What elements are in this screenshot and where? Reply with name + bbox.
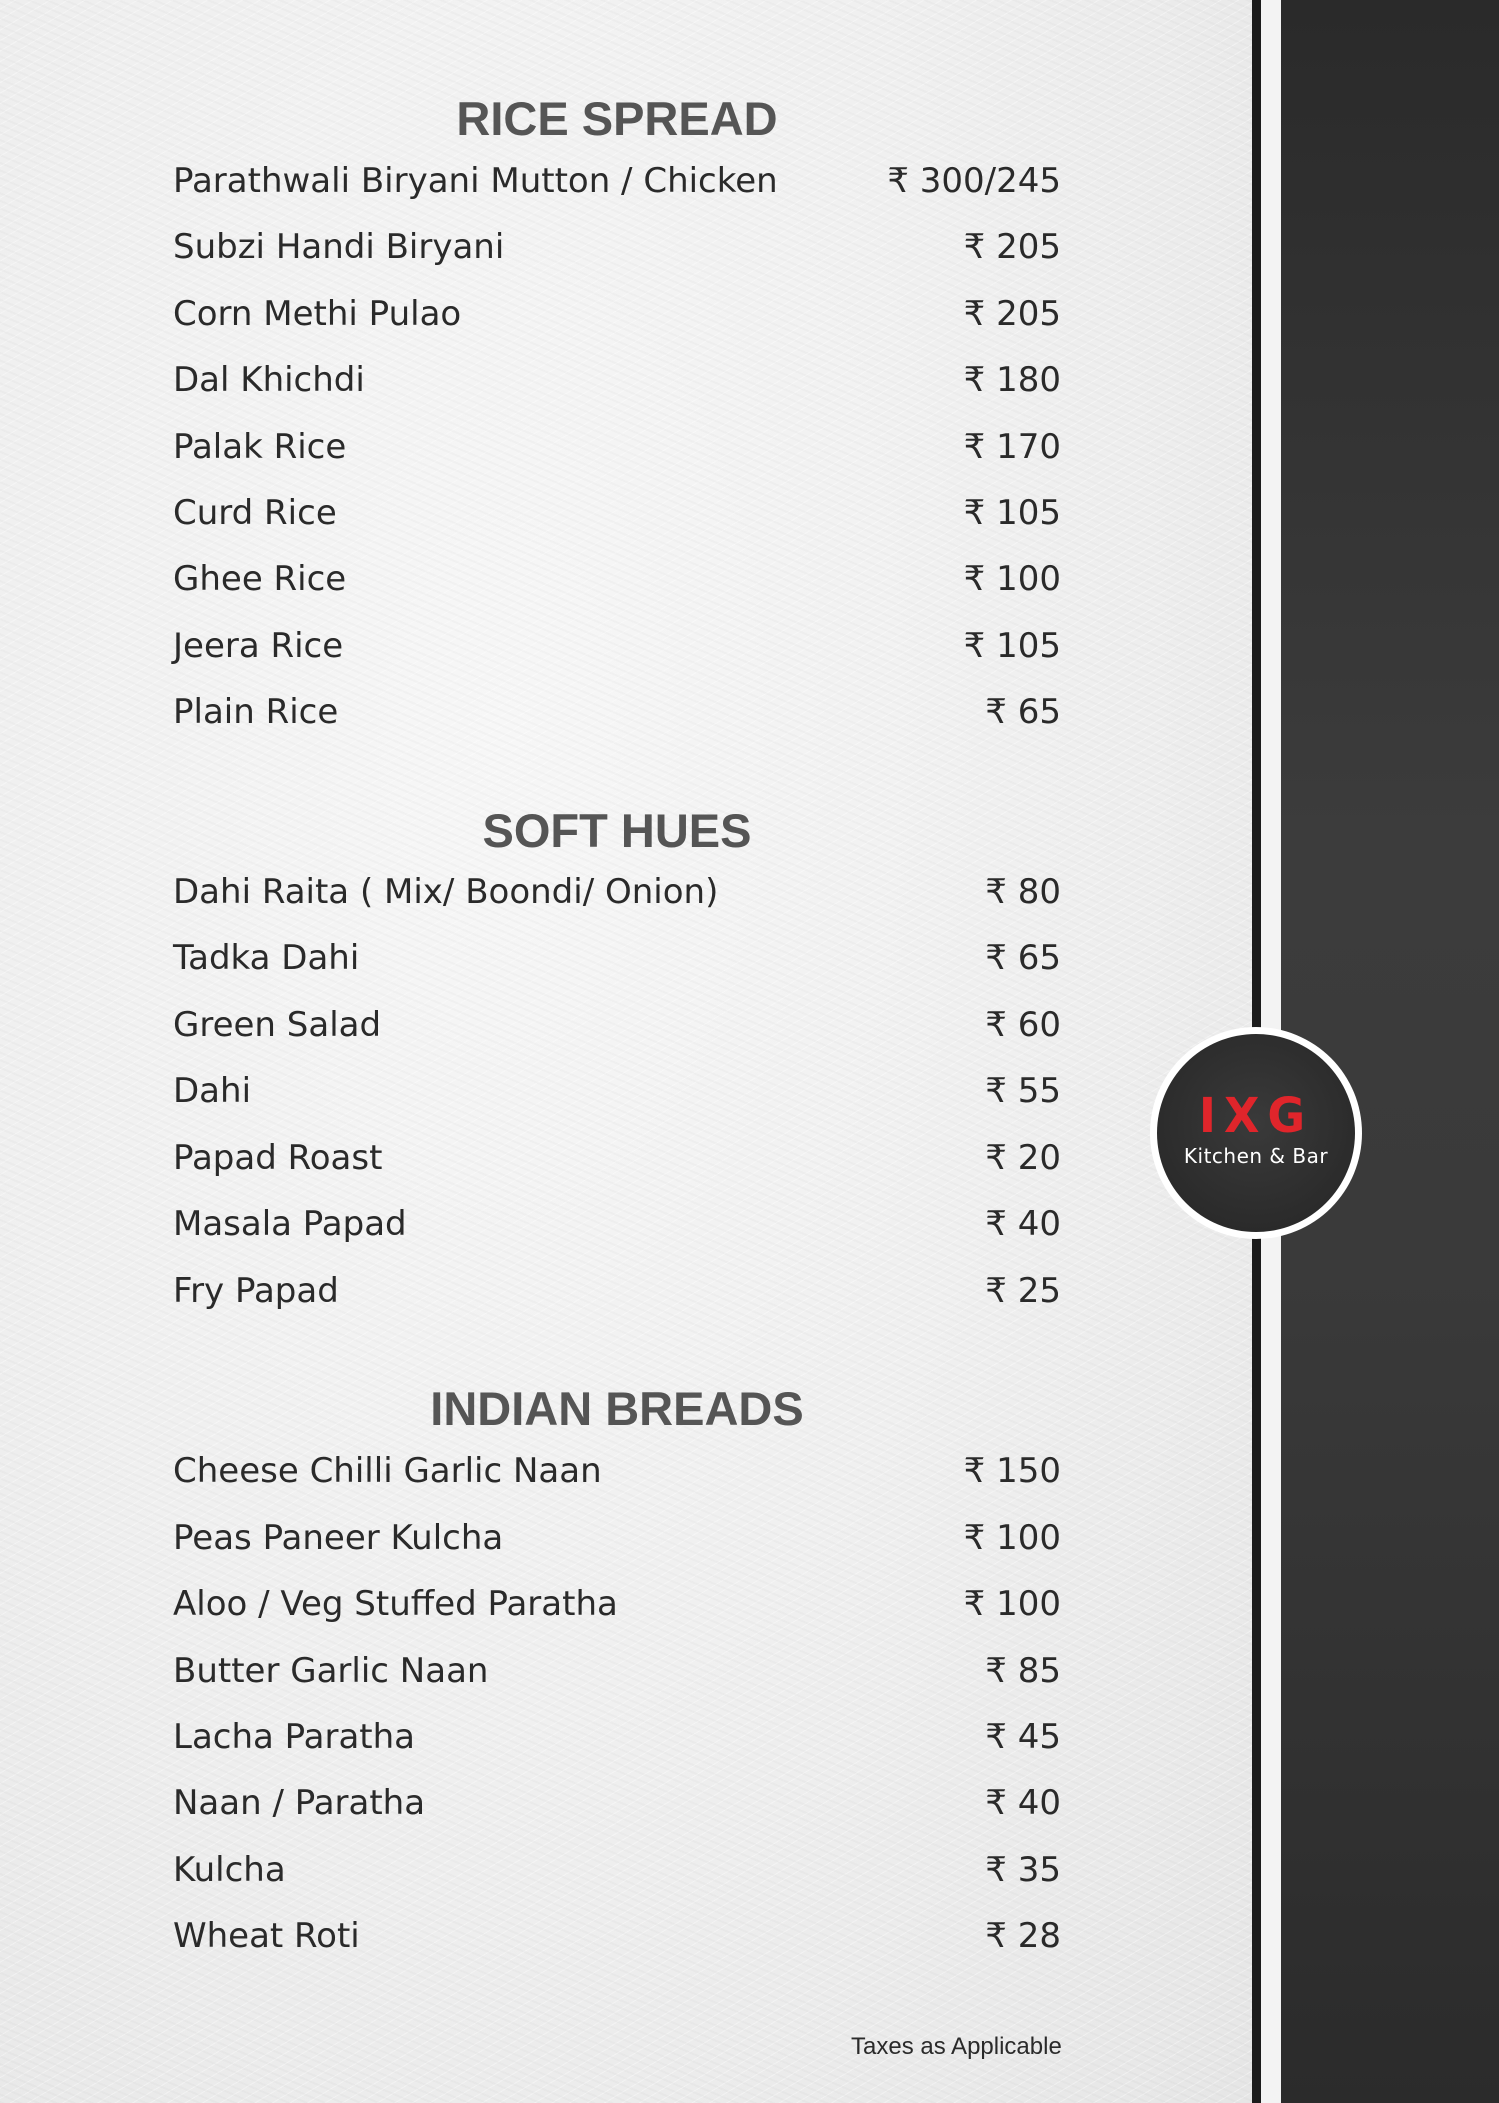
item-price: ₹ 170 [963,427,1061,467]
item-price: ₹ 180 [963,360,1061,400]
menu-item: Tadka Dahi ₹ 65 [173,933,1061,983]
menu-item: Wheat Roti ₹ 28 [173,1911,1061,1961]
item-price: ₹ 300/245 [887,161,1061,201]
item-name: Dal Khichdi [173,360,365,400]
item-name: Aloo / Veg Stuffed Paratha [173,1584,618,1624]
item-price: ₹ 25 [985,1271,1061,1311]
item-price: ₹ 20 [985,1138,1061,1178]
item-price: ₹ 40 [985,1783,1061,1823]
item-price: ₹ 60 [985,1005,1061,1045]
item-price: ₹ 65 [985,938,1061,978]
item-name: Tadka Dahi [173,938,360,978]
taxes-note: Taxes as Applicable [851,2033,1062,2060]
item-name: Fry Papad [173,1271,339,1311]
item-price: ₹ 100 [963,559,1061,599]
item-price: ₹ 40 [985,1204,1061,1244]
menu-item: Green Salad ₹ 60 [173,1000,1061,1050]
restaurant-logo: IXG Kitchen & Bar [1150,1027,1362,1239]
menu-item: Subzi Handi Biryani ₹ 205 [173,222,1061,272]
menu-item: Parathwali Biryani Mutton / Chicken ₹ 300… [173,156,1061,206]
item-name: Masala Papad [173,1204,407,1244]
item-name: Subzi Handi Biryani [173,227,505,267]
item-price: ₹ 85 [985,1651,1061,1691]
item-price: ₹ 150 [963,1451,1061,1491]
menu-item: Kulcha ₹ 35 [173,1845,1061,1895]
item-name: Palak Rice [173,427,347,467]
item-price: ₹ 45 [985,1717,1061,1757]
menu-item: Butter Garlic Naan ₹ 85 [173,1646,1061,1696]
item-name: Dahi [173,1071,252,1111]
menu-item: Palak Rice ₹ 170 [173,422,1061,472]
menu-item: Aloo / Veg Stuffed Paratha ₹ 100 [173,1579,1061,1629]
logo-badge: IXG Kitchen & Bar [1157,1034,1355,1232]
menu-item: Dahi Raita ( Mix/ Boondi/ Onion) ₹ 80 [173,867,1061,917]
item-name: Naan / Paratha [173,1783,426,1823]
item-name: Ghee Rice [173,559,347,599]
item-price: ₹ 205 [963,294,1061,334]
item-name: Green Salad [173,1005,382,1045]
item-price: ₹ 65 [985,692,1061,732]
menu-item: Fry Papad ₹ 25 [173,1266,1061,1316]
menu-item: Corn Methi Pulao ₹ 205 [173,289,1061,339]
item-price: ₹ 80 [985,872,1061,912]
logo-mark: IXG [1198,1086,1314,1144]
item-name: Wheat Roti [173,1916,360,1956]
menu-item: Plain Rice ₹ 65 [173,687,1061,737]
item-name: Butter Garlic Naan [173,1651,489,1691]
menu-item: Jeera Rice ₹ 105 [173,621,1061,671]
section-title-rice-spread: RICE SPREAD [456,92,778,145]
item-price: ₹ 205 [963,227,1061,267]
menu-item: Ghee Rice ₹ 100 [173,554,1061,604]
menu-item: Lacha Paratha ₹ 45 [173,1712,1061,1762]
item-price: ₹ 28 [985,1916,1061,1956]
item-name: Curd Rice [173,493,337,533]
item-price: ₹ 105 [963,493,1061,533]
logo-subtitle: Kitchen & Bar [1183,1144,1329,1168]
section-title-soft-hues: SOFT HUES [482,804,752,857]
menu-item: Naan / Paratha ₹ 40 [173,1778,1061,1828]
item-price: ₹ 55 [985,1071,1061,1111]
item-name: Papad Roast [173,1138,383,1178]
item-name: Kulcha [173,1850,286,1890]
item-name: Peas Paneer Kulcha [173,1518,504,1558]
item-price: ₹ 35 [985,1850,1061,1890]
menu-item: Cheese Chilli Garlic Naan ₹ 150 [173,1446,1061,1496]
menu-item: Dahi ₹ 55 [173,1066,1061,1116]
item-name: Cheese Chilli Garlic Naan [173,1451,602,1491]
item-price: ₹ 100 [963,1518,1061,1558]
menu-item: Masala Papad ₹ 40 [173,1199,1061,1249]
item-name: Corn Methi Pulao [173,294,462,334]
menu-item: Curd Rice ₹ 105 [173,488,1061,538]
item-name: Parathwali Biryani Mutton / Chicken [173,161,778,201]
item-price: ₹ 105 [963,626,1061,666]
item-name: Plain Rice [173,692,339,732]
item-name: Jeera Rice [173,626,344,666]
menu-item: Peas Paneer Kulcha ₹ 100 [173,1513,1061,1563]
item-name: Lacha Paratha [173,1717,416,1757]
menu-item: Papad Roast ₹ 20 [173,1133,1061,1183]
item-price: ₹ 100 [963,1584,1061,1624]
item-name: Dahi Raita ( Mix/ Boondi/ Onion) [173,872,719,912]
section-title-indian-breads: INDIAN BREADS [430,1382,804,1435]
menu-item: Dal Khichdi ₹ 180 [173,355,1061,405]
